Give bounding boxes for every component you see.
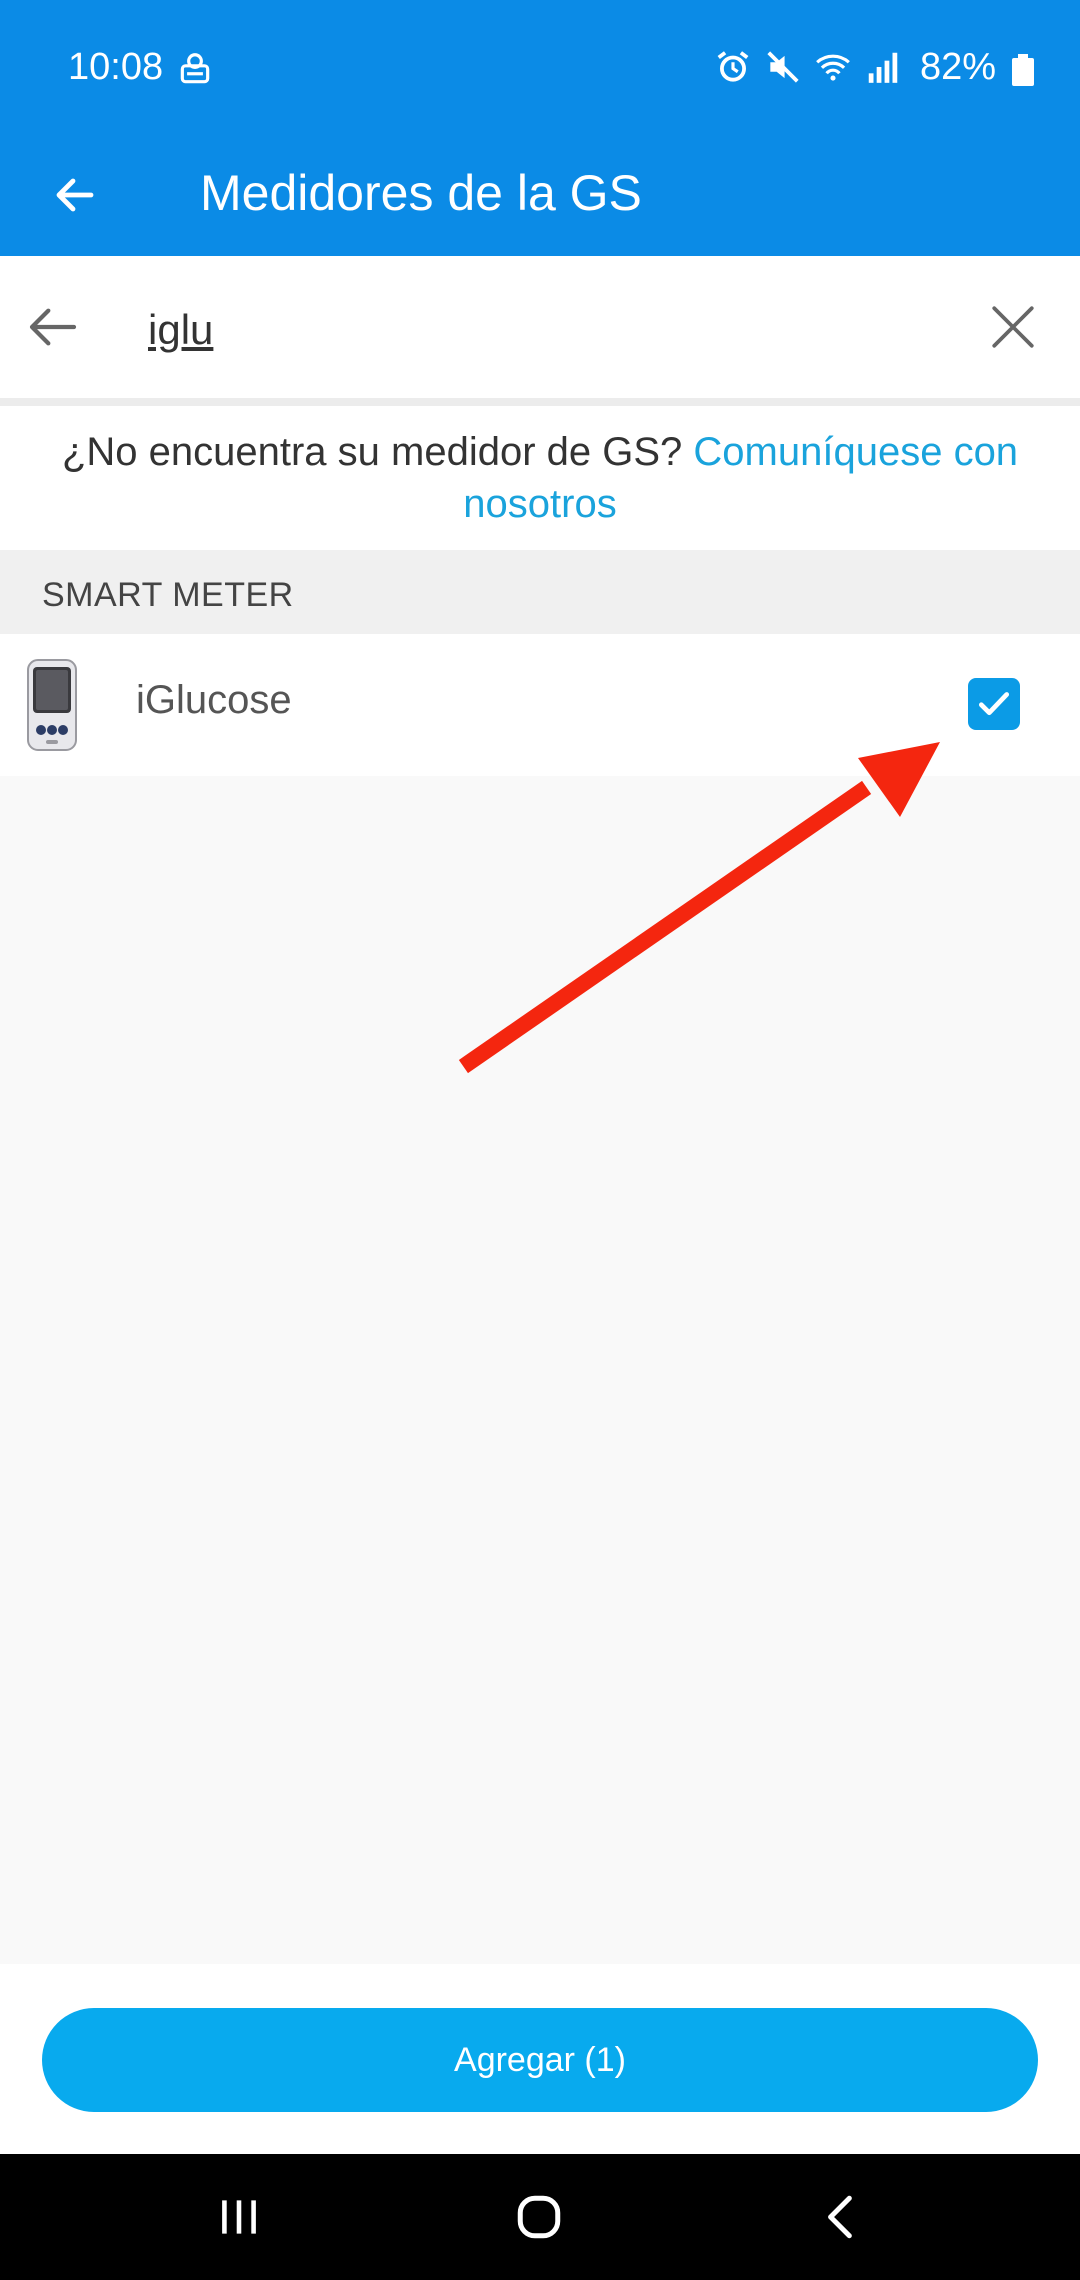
home-button[interactable] (506, 2184, 572, 2250)
section-title: SMART METER (42, 576, 294, 614)
meter-name: iGlucose (136, 678, 292, 722)
status-icons (714, 48, 902, 86)
back-button[interactable] (40, 160, 110, 230)
glucose-meter-icon (27, 659, 77, 751)
search-input[interactable] (148, 300, 948, 360)
add-button[interactable]: Agregar (1) (42, 2008, 1038, 2112)
help-message: ¿No encuentra su medidor de GS? Comuníqu… (0, 406, 1080, 550)
battery-level: 82% (919, 46, 996, 88)
search-bar (0, 256, 1080, 402)
home-icon (517, 2195, 561, 2239)
signal-icon (868, 52, 898, 83)
clear-search-button[interactable] (978, 292, 1048, 362)
recent-apps-button[interactable] (206, 2184, 272, 2250)
battery-icon (1012, 54, 1034, 86)
divider (0, 398, 1080, 406)
status-bar: 10:08 82% (0, 0, 1080, 138)
wifi-icon (816, 54, 850, 81)
arrow-left-icon (29, 308, 77, 346)
app-bar: Medidores de la GS (0, 138, 1080, 256)
mute-icon (767, 51, 799, 83)
section-header: SMART METER (0, 550, 1080, 634)
help-text: ¿No encuentra su medidor de GS? (61, 430, 683, 474)
close-icon (992, 306, 1034, 348)
chevron-left-icon (828, 2195, 852, 2239)
arrow-left-icon (56, 178, 94, 212)
list-item[interactable]: iGlucose (0, 634, 1080, 776)
page-title: Medidores de la GS (200, 165, 642, 221)
system-back-button[interactable] (808, 2184, 874, 2250)
search-back-button[interactable] (18, 292, 88, 362)
navigation-bar (0, 2154, 1080, 2280)
alarm-icon (717, 51, 749, 82)
recent-apps-icon (222, 2200, 256, 2234)
footer: Agregar (1) (0, 1964, 1080, 2154)
checkmark-icon (978, 692, 1010, 716)
status-time: 10:08 (68, 46, 164, 88)
meter-checkbox[interactable] (968, 678, 1020, 730)
notification-icon (180, 53, 210, 84)
